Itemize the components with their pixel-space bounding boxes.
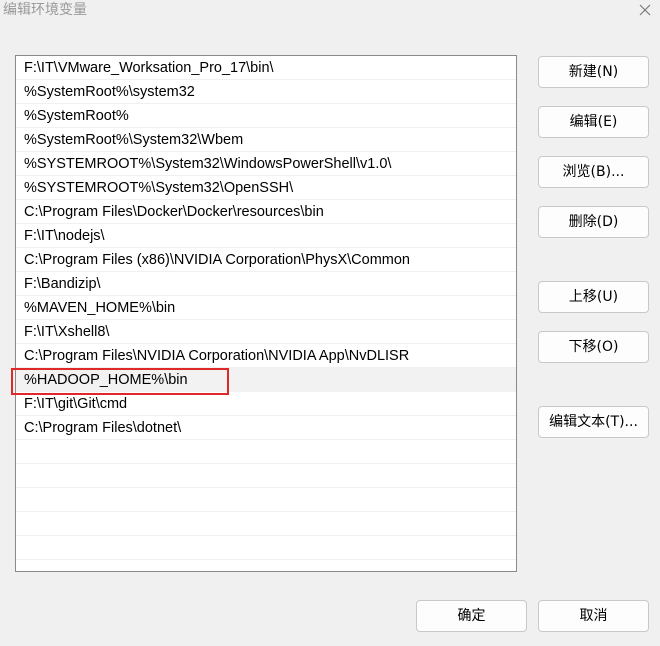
empty-row[interactable] [16,464,516,488]
path-text: F:\IT\VMware_Worksation_Pro_17\bin\ [24,60,274,76]
path-text: C:\Program Files\dotnet\ [24,420,182,436]
path-list-item[interactable]: C:\Program Files\Docker\Docker\resources… [16,200,516,224]
ok-button[interactable]: 确定 [416,600,527,632]
empty-row[interactable] [16,512,516,536]
path-text: %SYSTEMROOT%\System32\WindowsPowerShell\… [24,156,392,172]
empty-row[interactable] [16,536,516,560]
path-text: %HADOOP_HOME%\bin [24,372,188,388]
path-text: %SystemRoot%\System32\Wbem [24,132,244,148]
edit-button[interactable]: 编辑(E) [538,106,649,138]
path-list-item[interactable]: F:\IT\VMware_Worksation_Pro_17\bin\ [16,56,516,80]
path-text: %MAVEN_HOME%\bin [24,300,176,316]
path-text: %SystemRoot%\system32 [24,84,195,100]
path-list[interactable]: F:\IT\VMware_Worksation_Pro_17\bin\ %Sys… [15,55,517,572]
path-list-item[interactable]: %MAVEN_HOME%\bin [16,296,516,320]
empty-row[interactable] [16,488,516,512]
path-text: F:\IT\git\Git\cmd [24,396,128,412]
path-list-item[interactable]: C:\Program Files\NVIDIA Corporation\NVID… [16,344,516,368]
new-button[interactable]: 新建(N) [538,56,649,88]
path-list-item[interactable]: %SystemRoot% [16,104,516,128]
move-down-button[interactable]: 下移(O) [538,331,649,363]
move-up-button[interactable]: 上移(U) [538,281,649,313]
path-list-item[interactable]: F:\IT\nodejs\ [16,224,516,248]
path-list-item[interactable]: C:\Program Files (x86)\NVIDIA Corporatio… [16,248,516,272]
path-list-item[interactable]: %SystemRoot%\System32\Wbem [16,128,516,152]
edit-text-button[interactable]: 编辑文本(T)... [538,406,649,438]
path-text: C:\Program Files\Docker\Docker\resources… [24,204,324,220]
path-text: %SystemRoot% [24,108,129,124]
empty-row[interactable] [16,440,516,464]
path-text: F:\IT\nodejs\ [24,228,105,244]
path-text: %SYSTEMROOT%\System32\OpenSSH\ [24,180,294,196]
delete-button[interactable]: 删除(D) [538,206,649,238]
cancel-button[interactable]: 取消 [538,600,649,632]
path-list-item[interactable]: F:\IT\Xshell8\ [16,320,516,344]
path-list-item[interactable]: C:\Program Files\dotnet\ [16,416,516,440]
path-list-item[interactable]: %SYSTEMROOT%\System32\OpenSSH\ [16,176,516,200]
path-text: F:\IT\Xshell8\ [24,324,110,340]
path-list-item[interactable]: %SystemRoot%\system32 [16,80,516,104]
path-list-item[interactable]: F:\IT\git\Git\cmd [16,392,516,416]
path-text: F:\Bandizip\ [24,276,101,292]
path-list-item-selected[interactable]: %HADOOP_HOME%\bin [16,368,516,392]
path-list-item[interactable]: F:\Bandizip\ [16,272,516,296]
path-list-item[interactable]: %SYSTEMROOT%\System32\WindowsPowerShell\… [16,152,516,176]
path-text: C:\Program Files\NVIDIA Corporation\NVID… [24,348,410,364]
path-text: C:\Program Files (x86)\NVIDIA Corporatio… [24,252,410,268]
window-title: 编辑环境变量 [3,2,87,18]
browse-button[interactable]: 浏览(B)... [538,156,649,188]
close-icon[interactable] [634,0,656,22]
